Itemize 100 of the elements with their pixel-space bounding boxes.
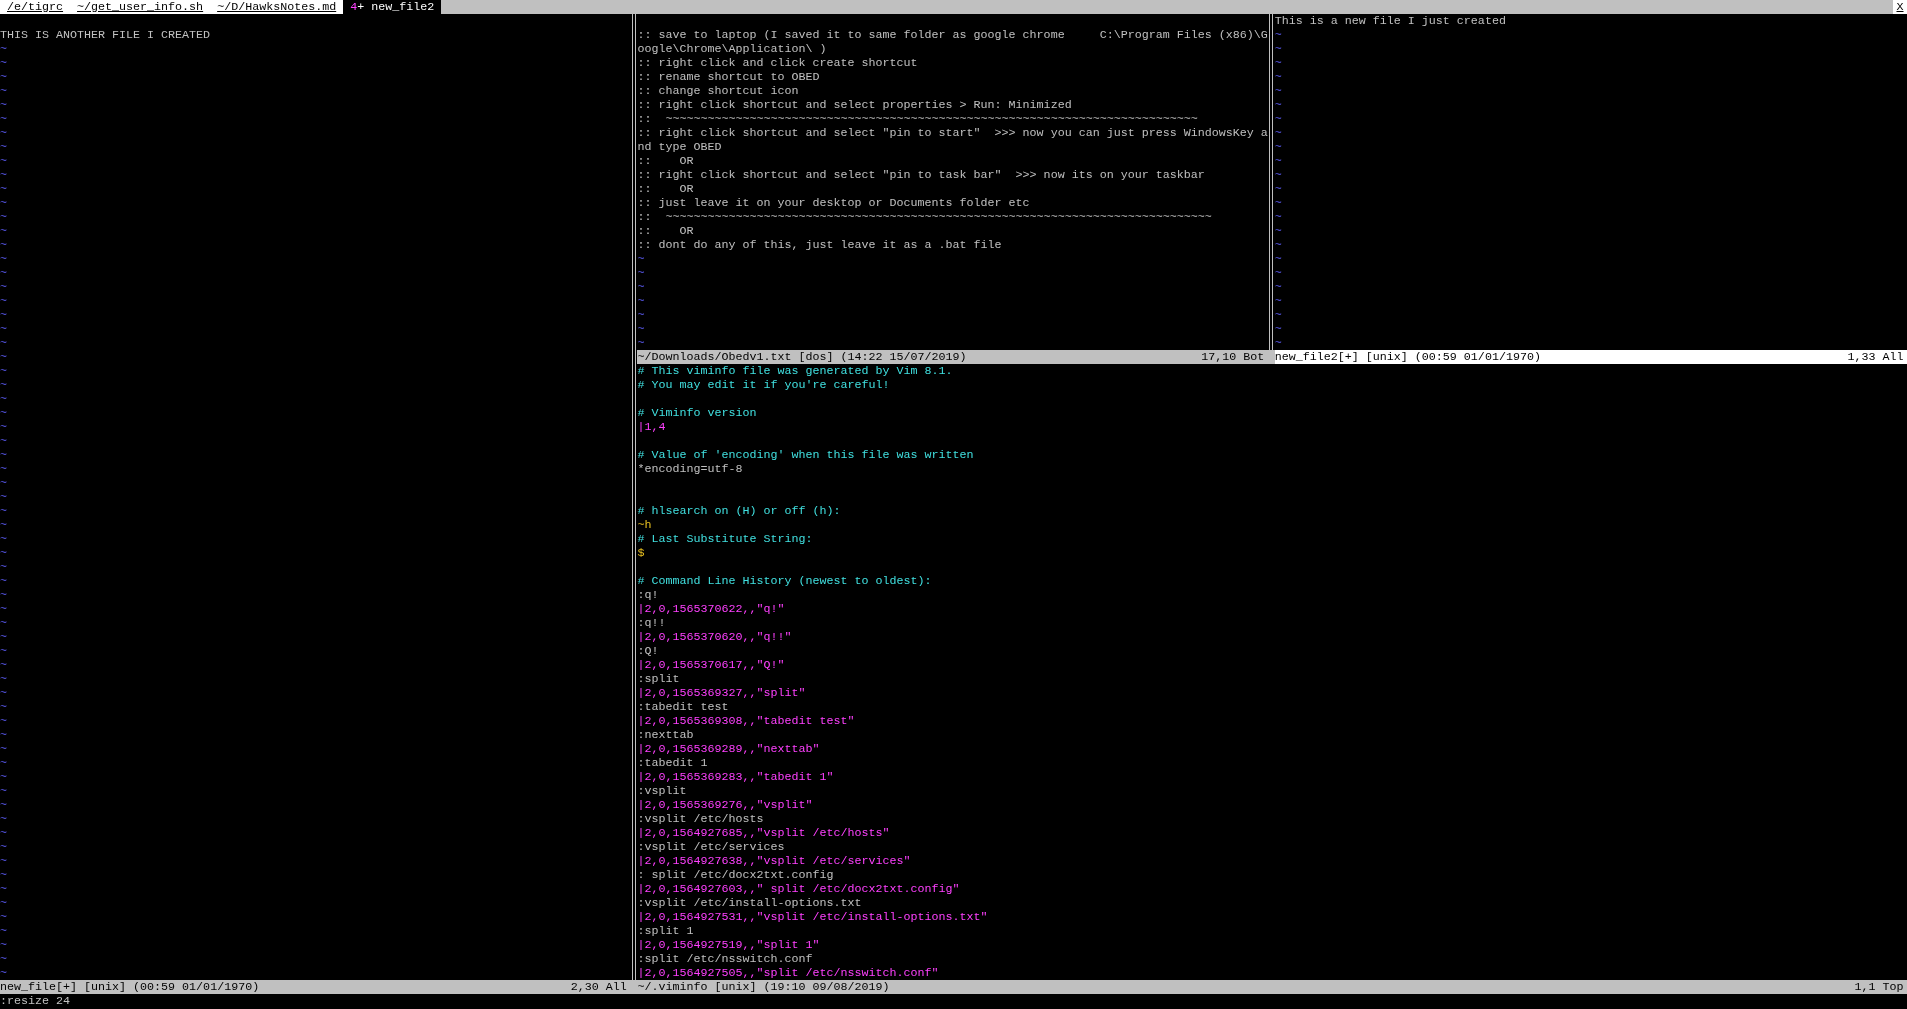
text-line: :: ~~~~~~~~~~~~~~~~~~~~~~~~~~~~~~~~~~~~~~~~~~~~~~~~~~~~~~~~~~~~~~~~~~~~~~~~~~~~~~ — [637, 210, 1212, 224]
tilde-marker: ~ — [0, 658, 7, 672]
tab[interactable]: ~/get_user_info.sh — [70, 0, 211, 14]
tilde-marker: ~ — [0, 742, 7, 756]
command-line[interactable]: :resize 24 — [0, 994, 71, 1008]
text-line: :vsplit — [637, 784, 687, 798]
comment-line: # hlsearch on (H) or off (h): — [637, 504, 841, 518]
tilde-marker: ~ — [0, 966, 7, 980]
tilde-marker: ~ — [637, 252, 645, 266]
tilde-marker: ~ — [637, 336, 645, 350]
history-entry: |2,0,1565369283,,"tabedit 1" — [637, 770, 834, 784]
history-entry: |2,0,1564927638,,"vsplit /etc/services" — [637, 854, 911, 868]
text-line: :: right click shortcut and select properties > Run: Minimized — [637, 98, 1072, 112]
text-line: :split /etc/nsswitch.conf — [637, 952, 813, 966]
tilde-marker: ~ — [0, 588, 7, 602]
text-line: :: change shortcut icon — [637, 84, 799, 98]
tilde-marker: ~ — [0, 56, 7, 70]
tilde-marker: ~ — [0, 378, 7, 392]
tilde-marker: ~ — [0, 266, 7, 280]
tilde-marker: ~ — [1274, 238, 1282, 252]
tilde-marker: ~ — [0, 812, 7, 826]
text-line: :tabedit test — [637, 700, 729, 714]
tilde-marker: ~ — [0, 294, 7, 308]
tilde-marker: ~ — [1274, 126, 1282, 140]
file-info: new_file2[+] [unix] (00:59 01/01/1970) — [1274, 350, 1541, 364]
tilde-marker: ~ — [0, 434, 7, 448]
tilde-marker: ~ — [0, 616, 7, 630]
tilde-marker: ~ — [1274, 336, 1282, 350]
comment-line: # This viminfo file was generated by Vim 8.1. — [637, 364, 953, 378]
tilde-marker: ~ — [0, 630, 7, 644]
text-line: :q!! — [637, 616, 666, 630]
text-line: THIS IS ANOTHER FILE I CREATED — [0, 28, 211, 42]
tilde-marker: ~ — [0, 602, 7, 616]
tilde-marker: ~ — [0, 686, 7, 700]
tilde-marker: ~ — [0, 98, 7, 112]
tilde-marker: ~ — [637, 294, 645, 308]
tab[interactable]: 4+ new_file2 — [343, 0, 442, 14]
tab[interactable]: /e/tigrc — [0, 0, 71, 14]
cursor-position: 1,33 All — [1847, 350, 1905, 364]
tilde-marker: ~ — [0, 126, 7, 140]
tilde-marker: ~ — [0, 644, 7, 658]
tilde-marker: ~ — [637, 308, 645, 322]
text-line: :: rename shortcut to OBED — [637, 70, 820, 84]
tilde-marker: ~ — [0, 448, 7, 462]
tilde-marker: ~ — [0, 140, 7, 154]
text-line: :: right click and click create shortcut — [637, 56, 918, 70]
tilde-marker: ~ — [0, 854, 7, 868]
tilde-marker: ~ — [1274, 140, 1282, 154]
tilde-marker: ~ — [1274, 28, 1282, 42]
tilde-marker: ~ — [1274, 70, 1282, 84]
tilde-marker: ~ — [1274, 112, 1282, 126]
tilde-marker: ~ — [0, 672, 7, 686]
tilde-marker: ~ — [0, 714, 7, 728]
history-entry: |2,0,1564927531,,"vsplit /etc/install-options.txt" — [637, 910, 988, 924]
tilde-marker: ~ — [0, 546, 7, 560]
tilde-marker: ~ — [1274, 98, 1282, 112]
tilde-marker: ~ — [0, 518, 7, 532]
text-line: :vsplit /etc/hosts — [637, 812, 764, 826]
cursor-position: 2,30 All — [570, 980, 628, 994]
tilde-marker: ~ — [1274, 196, 1282, 210]
text-line: : split /etc/docx2txt.config — [637, 868, 834, 882]
tilde-marker: ~ — [0, 252, 7, 266]
tilde-marker: ~ — [0, 280, 7, 294]
tilde-marker: ~ — [0, 224, 7, 238]
register-line: ~h — [637, 518, 652, 532]
file-info: new_file[+] [unix] (00:59 01/01/1970) — [0, 980, 260, 994]
text-line: :: OR — [637, 224, 694, 238]
text-line: :split — [637, 672, 680, 686]
tilde-marker: ~ — [0, 700, 7, 714]
text-line: nd type OBED — [637, 140, 722, 154]
file-info: ~/.viminfo [unix] (19:10 09/08/2019) — [637, 980, 890, 994]
tilde-marker: ~ — [0, 168, 7, 182]
tilde-marker: ~ — [0, 504, 7, 518]
text-line: :q! — [637, 588, 659, 602]
close-button[interactable]: X — [1893, 0, 1907, 14]
cursor-position: 17,10 Bot — [1201, 350, 1266, 364]
tilde-marker: ~ — [0, 196, 7, 210]
history-entry: |2,0,1564927685,,"vsplit /etc/hosts" — [637, 826, 890, 840]
tilde-marker: ~ — [637, 280, 645, 294]
history-entry: |2,0,1564927505,,"split /etc/nsswitch.conf" — [637, 966, 939, 980]
text-line: *encoding=utf-8 — [637, 462, 743, 476]
history-entry: |2,0,1565369289,,"nexttab" — [637, 742, 820, 756]
tilde-marker: ~ — [0, 952, 7, 966]
tilde-marker: ~ — [0, 42, 7, 56]
history-entry: |2,0,1565370622,,"q!" — [637, 602, 785, 616]
tilde-marker: ~ — [0, 308, 7, 322]
tab[interactable]: ~/D/HawksNotes.md — [210, 0, 344, 14]
tilde-marker: ~ — [0, 896, 7, 910]
tilde-marker: ~ — [0, 924, 7, 938]
tilde-marker: ~ — [1274, 224, 1282, 238]
history-entry: |1,4 — [637, 420, 666, 434]
text-line: :: save to laptop (I saved it to same folder as google chrome C:\Program Files (x86)\G — [637, 28, 1268, 42]
tilde-marker: ~ — [0, 756, 7, 770]
tilde-marker: ~ — [0, 84, 7, 98]
text-line: :: ~~~~~~~~~~~~~~~~~~~~~~~~~~~~~~~~~~~~~~~~~~~~~~~~~~~~~~~~~~~~~~~~~~~~~~~~~~~~ — [637, 112, 1198, 126]
text-line: :: OR — [637, 154, 694, 168]
text-line: :: right click shortcut and select "pin to start" >>> now you can just press WindowsKey a — [637, 126, 1268, 140]
comment-line: # Value of 'encoding' when this file was written — [637, 448, 974, 462]
history-entry: |2,0,1565369276,,"vsplit" — [637, 798, 813, 812]
tilde-marker: ~ — [0, 490, 7, 504]
